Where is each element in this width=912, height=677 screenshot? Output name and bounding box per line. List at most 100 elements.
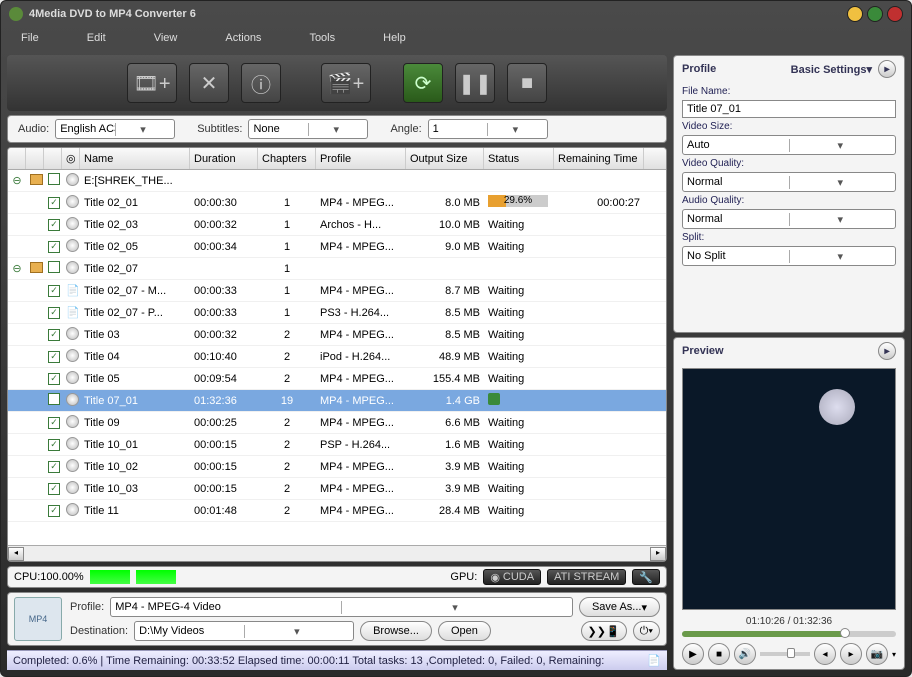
table-row[interactable]: ✓📄Title 02_07 - M...00:00:331MP4 - MPEG.… <box>8 280 666 302</box>
chevron-down-icon[interactable]: ▾ <box>789 139 892 152</box>
convert-button[interactable]: ⟳ <box>403 63 443 103</box>
col-remaining[interactable]: Remaining Time <box>554 148 644 169</box>
chevron-down-icon[interactable]: ▾ <box>789 250 892 263</box>
grid-header: ◎ Name Duration Chapters Profile Output … <box>8 148 666 170</box>
add-file-button[interactable]: 🎞+ <box>127 63 177 103</box>
next-frame-button[interactable]: ▸ <box>840 643 862 665</box>
col-output[interactable]: Output Size <box>406 148 484 169</box>
cuda-badge[interactable]: ◉ CUDA <box>483 569 541 585</box>
grid-body[interactable]: ⊖E:[SHREK_THE...✓Title 02_0100:00:301MP4… <box>8 170 666 545</box>
menu-actions[interactable]: Actions <box>225 32 261 44</box>
close-button[interactable] <box>887 6 903 22</box>
col-name[interactable]: Name <box>80 148 190 169</box>
table-row[interactable]: ⊖E:[SHREK_THE... <box>8 170 666 192</box>
col-folder[interactable] <box>26 148 44 169</box>
videosize-combo[interactable]: Auto▾ <box>682 135 896 155</box>
table-row[interactable]: ✓Title 0300:00:322MP4 - MPEG...8.5 MBWai… <box>8 324 666 346</box>
snapshot-menu-icon[interactable]: ▾ <box>892 650 896 659</box>
expand-preview-icon[interactable]: ▸ <box>878 342 896 360</box>
chevron-down-icon[interactable]: ▾ <box>115 123 171 136</box>
transfer-button[interactable]: ❯❯📱 <box>581 621 627 641</box>
stop-button[interactable]: ■ <box>507 63 547 103</box>
app-logo-icon <box>9 7 23 21</box>
table-row[interactable]: Title 07_0101:32:3619MP4 - MPEG...1.4 GB <box>8 390 666 412</box>
table-row[interactable]: ✓Title 0400:10:402iPod - H.264...48.9 MB… <box>8 346 666 368</box>
filename-input[interactable] <box>682 100 896 118</box>
profile-thumb-icon: MP4 <box>14 597 62 641</box>
volume-slider[interactable] <box>760 652 810 656</box>
table-row[interactable]: ✓📄Title 02_07 - P...00:00:331PS3 - H.264… <box>8 302 666 324</box>
preview-heading: Preview <box>682 345 724 357</box>
subtitles-combo[interactable]: None▾ <box>248 119 368 139</box>
angle-combo[interactable]: 1▾ <box>428 119 548 139</box>
dest-combo[interactable]: D:\My Videos▾ <box>134 621 354 641</box>
menu-view[interactable]: View <box>154 32 178 44</box>
seek-slider[interactable] <box>682 631 896 637</box>
info-button[interactable]: ⓘ <box>241 63 281 103</box>
table-row[interactable]: ✓Title 02_0500:00:341MP4 - MPEG...9.0 MB… <box>8 236 666 258</box>
open-button[interactable]: Open <box>438 621 491 641</box>
chevron-down-icon[interactable]: ▾ <box>789 176 892 189</box>
col-profile[interactable]: Profile <box>316 148 406 169</box>
profile-combo[interactable]: MP4 - MPEG-4 Video▾ <box>110 597 573 617</box>
stop-preview-button[interactable]: ■ <box>708 643 730 665</box>
col-status[interactable]: Status <box>484 148 554 169</box>
report-icon[interactable]: 📄 <box>647 654 661 667</box>
basic-settings-link[interactable]: Basic Settings▾ <box>791 63 872 76</box>
videoqual-label: Video Quality: <box>682 158 896 169</box>
menu-file[interactable]: File <box>21 32 39 44</box>
prev-frame-button[interactable]: ◂ <box>814 643 836 665</box>
table-row[interactable]: ✓Title 10_0200:00:152MP4 - MPEG...3.9 MB… <box>8 456 666 478</box>
menu-help[interactable]: Help <box>383 32 406 44</box>
settings-icon[interactable]: 🔧 <box>632 569 660 585</box>
table-row[interactable]: ✓Title 0900:00:252MP4 - MPEG...6.6 MBWai… <box>8 412 666 434</box>
expand-profile-icon[interactable]: ▸ <box>878 60 896 78</box>
delete-button[interactable]: ✕ <box>189 63 229 103</box>
audioqual-combo[interactable]: Normal▾ <box>682 209 896 229</box>
col-check[interactable] <box>44 148 62 169</box>
col-type[interactable]: ◎ <box>62 148 80 169</box>
col-expand[interactable] <box>8 148 26 169</box>
source-options: Audio: English AC3 6ch (0xE▾ Subtitles: … <box>7 115 667 143</box>
power-menu-button[interactable]: ⏻▾ <box>633 621 660 641</box>
h-scrollbar[interactable]: ◂ ▸ <box>8 545 666 561</box>
split-combo[interactable]: No Split▾ <box>682 246 896 266</box>
snapshot-button[interactable]: 📷 <box>866 643 888 665</box>
chevron-down-icon[interactable]: ▾ <box>244 625 350 638</box>
ati-badge[interactable]: ATI STREAM <box>547 569 626 585</box>
chevron-down-icon[interactable]: ▾ <box>341 601 568 614</box>
add-profile-button[interactable]: 🎬+ <box>321 63 371 103</box>
menu-tools[interactable]: Tools <box>309 32 335 44</box>
status-text: Completed: 0.6% | Time Remaining: 00:33:… <box>13 655 604 667</box>
col-duration[interactable]: Duration <box>190 148 258 169</box>
table-row[interactable]: ✓Title 10_0300:00:152MP4 - MPEG...3.9 MB… <box>8 478 666 500</box>
chevron-down-icon[interactable]: ▾ <box>308 123 364 136</box>
subtitles-label: Subtitles: <box>197 123 242 135</box>
maximize-button[interactable] <box>867 6 883 22</box>
preview-video[interactable] <box>682 368 896 610</box>
file-grid: ◎ Name Duration Chapters Profile Output … <box>7 147 667 562</box>
table-row[interactable]: ✓Title 10_0100:00:152PSP - H.264...1.6 M… <box>8 434 666 456</box>
col-chapters[interactable]: Chapters <box>258 148 316 169</box>
table-row[interactable]: ✓Title 02_0300:00:321Archos - H...10.0 M… <box>8 214 666 236</box>
table-row[interactable]: ✓Title 0500:09:542MP4 - MPEG...155.4 MBW… <box>8 368 666 390</box>
chevron-down-icon[interactable]: ▾ <box>487 123 543 136</box>
volume-icon[interactable]: 🔊 <box>734 643 756 665</box>
table-row[interactable]: ⊖Title 02_071 <box>8 258 666 280</box>
videoqual-combo[interactable]: Normal▾ <box>682 172 896 192</box>
scroll-left-icon[interactable]: ◂ <box>8 547 24 561</box>
browse-button[interactable]: Browse... <box>360 621 432 641</box>
audio-combo[interactable]: English AC3 6ch (0xE▾ <box>55 119 175 139</box>
saveas-button[interactable]: Save As... ▾ <box>579 597 660 617</box>
titlebar[interactable]: 4Media DVD to MP4 Converter 6 <box>1 1 911 27</box>
play-button[interactable]: ▶ <box>682 643 704 665</box>
gpu-label: GPU: <box>450 571 477 583</box>
scroll-right-icon[interactable]: ▸ <box>650 547 666 561</box>
table-row[interactable]: ✓Title 02_0100:00:301MP4 - MPEG...8.0 MB… <box>8 192 666 214</box>
menu-edit[interactable]: Edit <box>87 32 106 44</box>
pause-button[interactable]: ❚❚ <box>455 63 495 103</box>
table-row[interactable]: ✓Title 1100:01:482MP4 - MPEG...28.4 MBWa… <box>8 500 666 522</box>
minimize-button[interactable] <box>847 6 863 22</box>
chevron-down-icon[interactable]: ▾ <box>789 213 892 226</box>
filename-label: File Name: <box>682 86 896 97</box>
